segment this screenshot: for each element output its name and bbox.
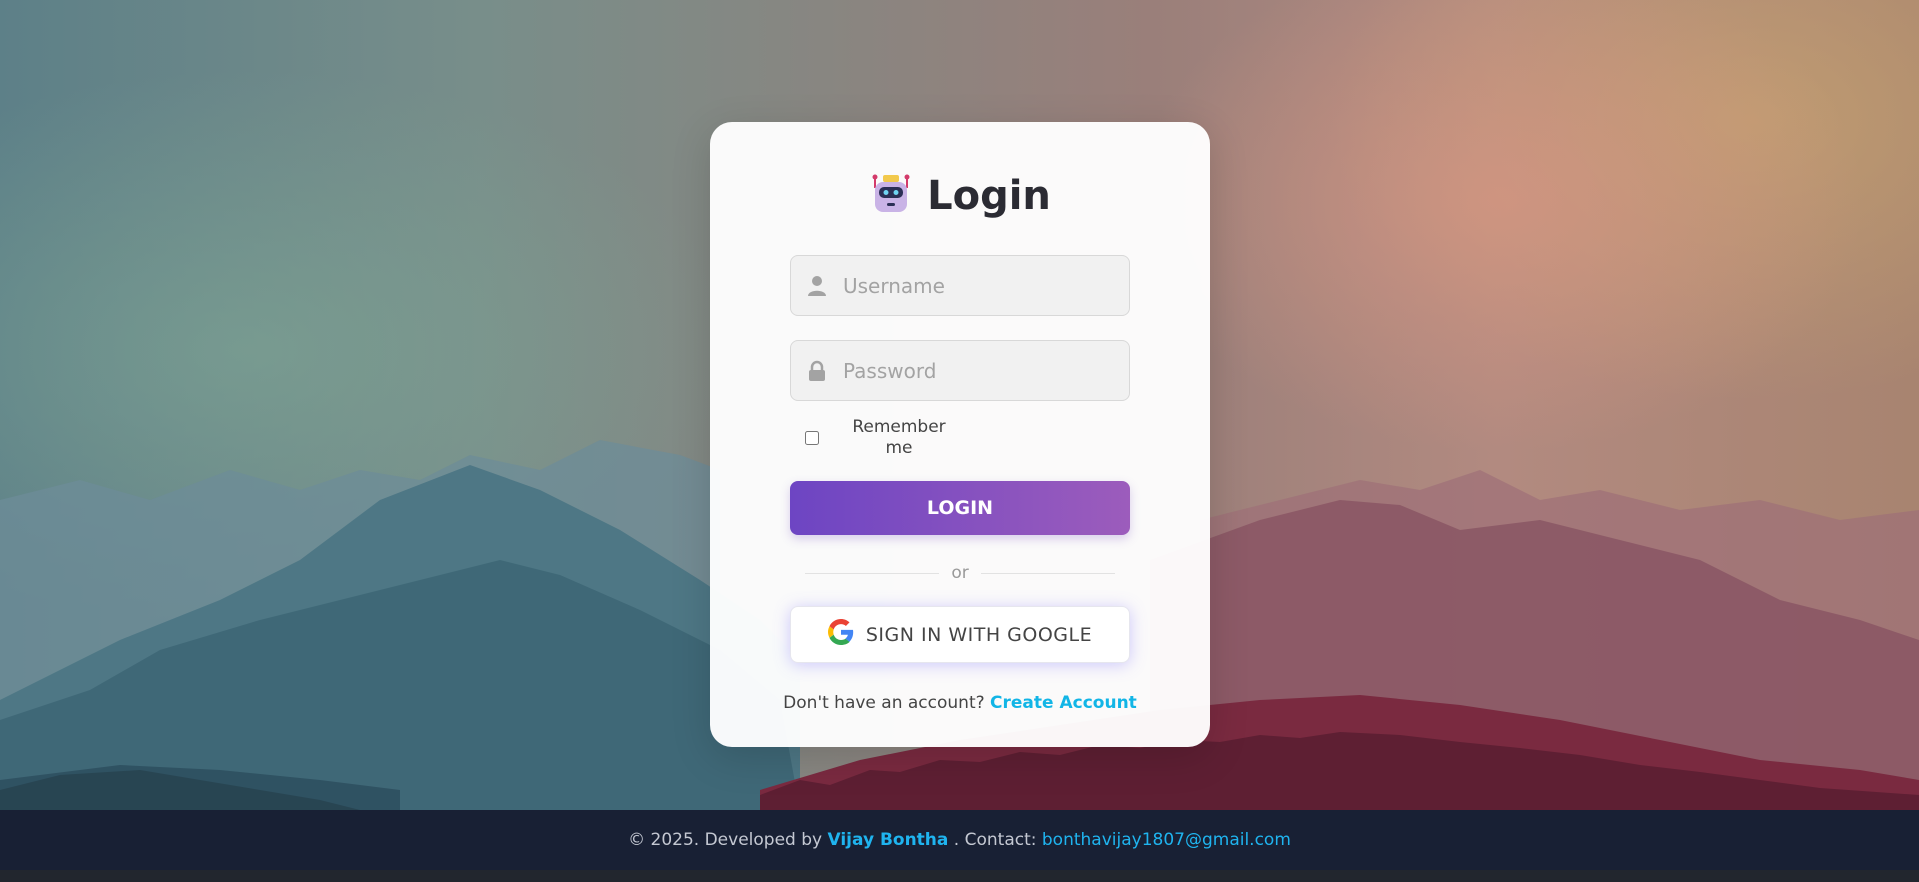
create-account-link[interactable]: Create Account (990, 693, 1137, 713)
signup-prompt: Don't have an account? (783, 693, 985, 713)
google-signin-button[interactable]: SIGN IN WITH GOOGLE (790, 606, 1130, 663)
remember-me: Remember me (805, 417, 949, 459)
page-footer: © 2025. Developed by Vijay Bontha . Cont… (0, 810, 1919, 870)
footer-prefix: © 2025. Developed by (628, 830, 823, 850)
login-card: Login Remember me LOGIN or (710, 122, 1210, 747)
robot-icon (869, 172, 913, 221)
password-input[interactable] (843, 358, 1113, 383)
remember-checkbox[interactable] (805, 431, 819, 445)
footer-contact-label: . Contact: (953, 830, 1037, 850)
or-divider: or (805, 562, 1116, 584)
taskbar (0, 870, 1919, 882)
login-button[interactable]: LOGIN (790, 481, 1130, 535)
divider-line-right (980, 572, 1116, 574)
username-field[interactable] (790, 255, 1130, 316)
title-row: Login (710, 166, 1210, 226)
google-button-label: SIGN IN WITH GOOGLE (865, 623, 1093, 646)
page-title: Login (927, 173, 1051, 219)
google-icon (827, 619, 854, 650)
divider-text: or (951, 563, 969, 583)
author-link[interactable]: Vijay Bontha (827, 830, 948, 850)
divider-line-left (805, 572, 940, 574)
password-field[interactable] (790, 340, 1130, 401)
user-icon (805, 274, 829, 298)
lock-icon (805, 359, 829, 383)
username-input[interactable] (843, 273, 1113, 298)
remember-label[interactable]: Remember me (849, 417, 949, 459)
email-link[interactable]: bonthavijay1807@gmail.com (1042, 830, 1291, 850)
signup-prompt-row: Don't have an account? Create Account (710, 693, 1210, 713)
